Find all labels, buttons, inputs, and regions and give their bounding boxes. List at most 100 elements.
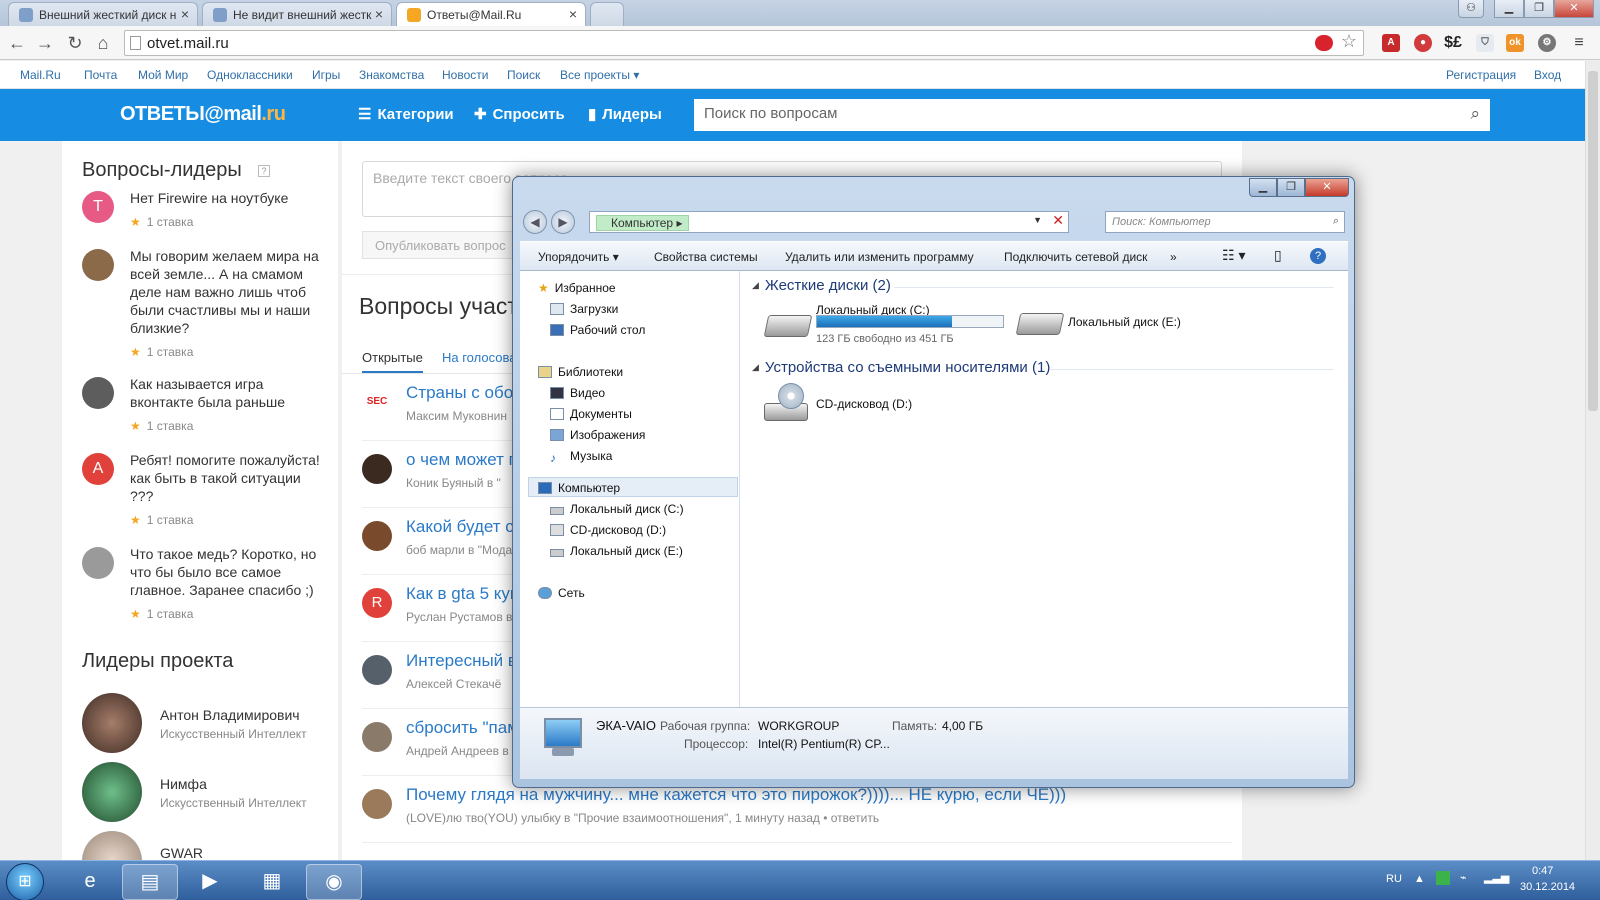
extension-icon[interactable]: ● [1414,34,1432,52]
url-field[interactable]: otvet.mail.ru ☆ [124,30,1364,56]
settings-extension-icon[interactable]: ⚙ [1538,34,1556,52]
nav-mail[interactable]: Почта [84,68,117,82]
nav-cd-d[interactable]: CD-дисковод (D:) [550,523,666,537]
tray-app-icon[interactable] [1436,871,1450,885]
nav-mailru[interactable]: Mail.Ru [20,68,61,82]
media-player-icon[interactable]: ▶ [182,864,238,900]
register-link[interactable]: Регистрация [1446,68,1516,82]
profile-icon[interactable]: ⚇ [1458,0,1484,18]
tab-vote[interactable]: На голосова [442,350,516,365]
list-item[interactable]: Мы говорим желаем мира на всей земле... … [82,247,332,359]
internet-explorer-icon[interactable]: e [62,864,118,900]
question-title[interactable]: Какой будет ст [406,517,522,537]
show-hidden-icons[interactable]: ▲ [1414,873,1425,885]
network-signal-icon[interactable]: ▂▃▅ [1484,871,1509,884]
language-indicator[interactable]: RU [1386,873,1402,885]
nav-dating[interactable]: Знакомства [359,68,424,82]
reload-icon[interactable]: ↻ [64,32,86,54]
nav-music[interactable]: ♪ Музыка [550,449,612,465]
nav-computer[interactable]: Компьютер [538,481,620,495]
nav-images[interactable]: Изображения [550,428,645,442]
question-text[interactable]: Мы говорим желаем мира на всей земле... … [130,247,326,337]
menu-icon[interactable]: ≡ [1570,34,1588,52]
start-button[interactable]: ⊞ [6,863,44,900]
back-icon[interactable]: ← [6,32,28,54]
explorer-minimize-button[interactable]: ▁ [1249,178,1277,197]
more-commands-button[interactable]: » [1170,250,1177,264]
question-title[interactable]: Интересный в [406,651,517,671]
close-window-button[interactable]: ✕ [1554,0,1594,18]
nav-network[interactable]: Сеть [538,586,585,600]
preview-pane-icon[interactable]: ▯ [1274,247,1282,264]
question-title[interactable]: сбросить "пам [406,718,519,738]
organize-button[interactable]: Упорядочить ▾ [538,250,619,264]
nav-favorites[interactable]: ★ Избранное [538,281,616,295]
page-scrollbar[interactable] [1585,61,1600,860]
browser-tab[interactable]: Внешний жесткий диск н × [8,2,198,26]
question-text[interactable]: Нет Firewire на ноутбуке [130,189,326,207]
clock-time[interactable]: 0:47 [1532,865,1553,877]
bookmark-star-icon[interactable]: ☆ [1341,31,1357,52]
explorer-window[interactable]: ▁ ❐ ✕ ◀ ▶ Компьютер ▸ ▼ ✕ Поиск: Компьют… [512,176,1355,788]
browser-tab[interactable]: Не видит внешний жестк × [202,2,392,26]
nav-downloads[interactable]: Загрузки [550,302,618,316]
question-text[interactable]: Ребят! помогите пожалуйста! как быть в т… [130,451,326,505]
question-title[interactable]: о чем может п [406,450,518,470]
nav-news[interactable]: Новости [442,68,488,82]
leaders-button[interactable]: ▮ Лидеры [588,105,662,123]
chrome-icon[interactable]: ◉ [306,864,362,900]
nav-search[interactable]: Поиск [507,68,540,82]
leader-item[interactable]: Антон Владимирович Искусственный Интелле… [82,693,342,753]
file-explorer-icon[interactable]: ▤ [122,864,178,900]
clock-date[interactable]: 30.12.2014 [1520,881,1575,893]
clear-icon[interactable]: ✕ [1052,212,1064,229]
tab-open[interactable]: Открытые [362,350,423,373]
nav-all-projects[interactable]: Все проекты ▾ [560,68,639,82]
question-title[interactable]: Как в gta 5 куп [406,584,519,604]
currency-icon[interactable]: $£ [1444,34,1462,52]
view-options-icon[interactable]: ☷ ▾ [1222,247,1245,264]
system-properties-button[interactable]: Свойства системы [654,250,758,264]
help-icon[interactable]: ? [258,165,270,177]
leader-name[interactable]: GWAR [160,845,203,860]
categories-button[interactable]: ☰ Категории [358,105,454,123]
nav-odnoklassniki[interactable]: Одноклассники [207,68,293,82]
nav-my-world[interactable]: Мой Мир [138,68,188,82]
nav-games[interactable]: Игры [312,68,340,82]
explorer-close-button[interactable]: ✕ [1305,178,1349,197]
disk-e-item[interactable]: Локальный диск (E:) [1008,307,1208,339]
minimize-button[interactable]: ▁ [1494,0,1524,18]
nav-libraries[interactable]: Библиотеки [538,365,623,379]
leader-name[interactable]: Антон Владимирович [160,707,300,723]
login-link[interactable]: Вход [1534,68,1561,82]
maximize-button[interactable]: ❐ [1524,0,1554,18]
nav-desktop[interactable]: Рабочий стол [550,323,645,337]
collapse-triangle-icon[interactable]: ◢ [752,280,759,290]
forward-icon[interactable]: ▶ [551,210,575,234]
help-icon[interactable]: ? [1310,248,1326,264]
removable-group-header[interactable]: ◢ Устройства со съемными носителями (1) [752,359,1050,376]
question-text[interactable]: Как называется игра вконтакте была раньш… [130,375,326,411]
explorer-address-bar[interactable]: Компьютер ▸ ▼ ✕ [589,211,1069,233]
leader-name[interactable]: Нимфа [160,776,207,792]
app-grid-icon[interactable]: ▦ [244,864,300,900]
uninstall-program-button[interactable]: Удалить или изменить программу [785,250,974,264]
ask-button[interactable]: ✚ Спросить [474,105,565,123]
back-icon[interactable]: ◀ [523,210,547,234]
new-tab-button[interactable] [590,2,624,26]
collapse-triangle-icon[interactable]: ◢ [752,362,759,372]
cd-drive-item[interactable]: CD-дисковод (D:) [756,381,956,429]
power-icon[interactable]: ⌁ [1460,871,1467,884]
question-text[interactable]: Что такое медь? Коротко, но что бы было … [130,545,326,599]
question-title[interactable]: Почему глядя на мужчину... мне кажется ч… [406,785,1066,805]
map-network-drive-button[interactable]: Подключить сетевой диск [1004,250,1147,264]
close-tab-icon[interactable]: × [569,6,577,22]
browser-tab-active[interactable]: Ответы@Mail.Ru × [396,2,586,26]
explorer-search-input[interactable]: Поиск: Компьютер ⌕ [1105,211,1345,233]
list-item[interactable]: T Нет Firewire на ноутбуке ★ 1 ставка [82,189,332,231]
close-tab-icon[interactable]: × [181,6,189,22]
site-logo[interactable]: ОТВЕТЫ@mail.ru [120,103,286,126]
explorer-maximize-button[interactable]: ❐ [1277,178,1305,197]
search-icon[interactable]: ⌕ [1470,104,1480,124]
nav-disk-e[interactable]: Локальный диск (E:) [550,544,683,558]
